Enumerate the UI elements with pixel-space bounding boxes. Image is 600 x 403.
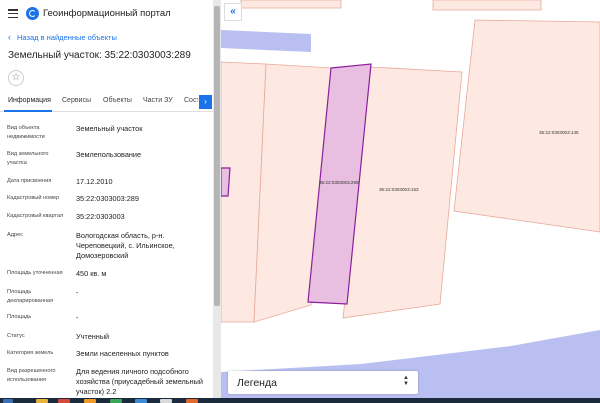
map-view[interactable]: 35:22:0303003:289 35:22:0303003:163 35:2… bbox=[221, 0, 600, 398]
field-label: Категория земель bbox=[7, 350, 54, 356]
parcel-label-middle: 35:22:0303003:163 bbox=[379, 187, 419, 192]
field-label: Адрес bbox=[7, 232, 24, 238]
object-tabs: Информация Сервисы Объекты Части ЗУ Сост bbox=[0, 93, 213, 112]
field-value: 450 кв. м bbox=[76, 269, 107, 278]
app-title: Геоинформационный портал bbox=[43, 8, 171, 19]
tab-services[interactable]: Сервисы bbox=[62, 97, 91, 104]
field-label: Вид объекта недвижимости bbox=[7, 125, 45, 141]
taskbar-app-icon[interactable] bbox=[186, 399, 198, 403]
parcel-label-selected: 35:22:0303003:289 bbox=[319, 180, 359, 185]
field-label: Площадь уточненная bbox=[7, 270, 63, 276]
field-value: 35:22:0303003 bbox=[76, 212, 125, 221]
back-link-label: Назад в найденные объекты bbox=[17, 32, 117, 42]
parcel-right bbox=[453, 19, 600, 233]
field-label: Площадь bbox=[7, 314, 32, 320]
tab-objects[interactable]: Объекты bbox=[103, 97, 132, 104]
field-value: 17.12.2010 bbox=[76, 177, 113, 186]
tab-parts[interactable]: Части ЗУ bbox=[143, 97, 173, 104]
app-bar: Геоинформационный портал bbox=[0, 0, 221, 28]
taskbar-app-icon[interactable] bbox=[58, 399, 70, 403]
back-to-results-link[interactable]: ‹ Назад в найденные объекты bbox=[8, 32, 117, 42]
field-value: Вологодская область, р-н. Череповецкий, … bbox=[76, 231, 175, 260]
taskbar-app-icon[interactable] bbox=[135, 399, 147, 403]
field-label: Кадастровый номер bbox=[7, 195, 60, 201]
field-label: Вид разрешенного использования bbox=[7, 368, 56, 384]
legend-label: Легенда bbox=[237, 377, 277, 389]
field-label: Вид земельного участка bbox=[7, 151, 49, 167]
field-label: Кадастровый квартал bbox=[7, 213, 64, 219]
start-icon[interactable] bbox=[3, 399, 13, 403]
taskbar-app-icon[interactable] bbox=[110, 399, 122, 403]
field-label: Дата присвоения bbox=[7, 178, 52, 184]
parcel-label-right: 35:22:0303003:145 bbox=[539, 130, 579, 135]
field-value: Для ведения личного подсобного хозяйства… bbox=[76, 367, 203, 396]
taskbar-app-icon[interactable] bbox=[160, 399, 172, 403]
select-arrows-icon: ▲ ▼ bbox=[403, 375, 409, 387]
parcel-top-left bbox=[240, 0, 342, 9]
parcel-top-middle bbox=[432, 0, 542, 11]
road-area bbox=[221, 30, 311, 52]
field-value: 35:22:0303003:289 bbox=[76, 194, 139, 203]
field-value: Учтенный bbox=[76, 332, 110, 341]
field-value: Землепользование bbox=[76, 150, 142, 159]
double-chevron-left-icon: « bbox=[230, 6, 236, 17]
panel-scroll-thumb[interactable] bbox=[214, 6, 220, 306]
collapse-panel-button[interactable]: « bbox=[224, 3, 242, 21]
taskbar-app-icon[interactable] bbox=[36, 399, 48, 403]
favorite-star-icon[interactable]: ☆ bbox=[8, 70, 24, 86]
active-tab-indicator bbox=[4, 110, 52, 112]
field-label: Площадь декларированная bbox=[7, 289, 54, 305]
map-canvas[interactable] bbox=[221, 0, 600, 398]
object-title: Земельный участок: 35:22:0303003:289 bbox=[8, 50, 191, 61]
info-panel: Геоинформационный портал ‹ Назад в найде… bbox=[0, 0, 221, 398]
tab-state[interactable]: Сост bbox=[184, 97, 198, 104]
chevron-left-icon: ‹ bbox=[8, 32, 11, 42]
field-value: - bbox=[76, 288, 79, 297]
field-value: Земельный участок bbox=[76, 124, 143, 133]
portal-logo-icon bbox=[26, 7, 39, 20]
tab-info[interactable]: Информация bbox=[8, 97, 51, 104]
tabs-next-button[interactable]: › bbox=[199, 95, 212, 109]
legend-dropdown[interactable]: Легенда ▲ ▼ bbox=[228, 371, 418, 394]
field-label: Статус bbox=[7, 333, 25, 339]
parcel-fragment bbox=[221, 167, 231, 197]
menu-icon[interactable] bbox=[8, 9, 18, 19]
chevron-right-icon: › bbox=[204, 97, 207, 106]
field-value: Земли населенных пунктов bbox=[76, 349, 169, 358]
field-value: - bbox=[76, 313, 79, 322]
taskbar-app-icon[interactable] bbox=[84, 399, 96, 403]
